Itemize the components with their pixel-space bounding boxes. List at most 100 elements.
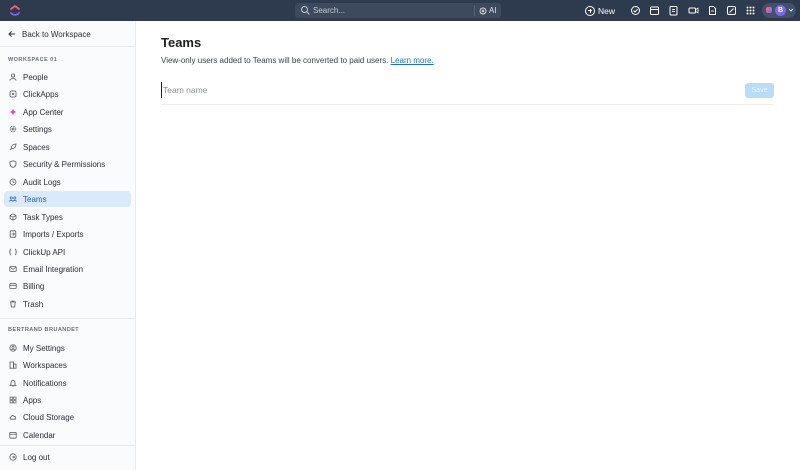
calendar-icon[interactable] <box>649 5 660 16</box>
workspace-section-title: WORKSPACE 01 <box>8 57 58 63</box>
cube-icon <box>9 213 17 221</box>
sidebar-item-trash[interactable]: Trash <box>4 296 131 312</box>
sidebar-item-label: My Settings <box>23 343 65 353</box>
chevron-down-icon <box>788 8 794 12</box>
sidebar-item-label: Imports / Exports <box>23 229 84 239</box>
sidebar-item-label: Notifications <box>23 378 67 388</box>
sidebar-item-spaces[interactable]: Spaces <box>4 139 131 155</box>
sidebar-item-label: Calendar <box>23 430 56 440</box>
sidebar-item-clickapps[interactable]: ClickApps <box>4 86 131 102</box>
learn-more-link[interactable]: Learn more. <box>391 56 434 65</box>
sidebar-item-label: Billing <box>23 281 45 291</box>
app-center-icon <box>9 108 17 116</box>
teams-info-text: View-only users added to Teams will be c… <box>161 56 434 65</box>
sidebar-item-workspaces[interactable]: Workspaces <box>4 357 131 373</box>
api-icon <box>9 248 17 256</box>
arrow-left-icon <box>8 31 15 37</box>
sidebar-item-label: Settings <box>23 124 52 134</box>
sidebar-item-clickup-api[interactable]: ClickUp API <box>4 244 131 260</box>
sidebar-item-cloud-storage[interactable]: Cloud Storage <box>4 409 131 425</box>
input-underline <box>161 104 774 105</box>
sidebar-item-label: Task Types <box>23 212 63 222</box>
rocket-icon <box>9 143 17 151</box>
edit-icon[interactable] <box>726 5 737 16</box>
save-button[interactable]: Save <box>745 83 774 98</box>
team-icon <box>9 196 17 202</box>
page-title: Teams <box>161 35 202 50</box>
sidebar-item-billing[interactable]: Billing <box>4 278 131 294</box>
gear-icon <box>9 125 17 133</box>
sidebar-item-security[interactable]: Security & Permissions <box>4 156 131 172</box>
logout-button[interactable]: Log out <box>4 449 131 465</box>
sidebar-item-label: Audit Logs <box>23 177 61 187</box>
bell-icon <box>9 379 17 387</box>
sidebar-item-label: Teams <box>23 194 47 204</box>
divider <box>0 318 135 319</box>
back-label: Back to Workspace <box>22 29 91 39</box>
search-bar[interactable]: Search... AI <box>295 3 501 18</box>
divider <box>0 46 135 47</box>
mail-icon <box>9 266 17 272</box>
card-icon <box>9 283 17 289</box>
back-to-workspace-link[interactable]: Back to Workspace <box>8 28 91 40</box>
avatar: B <box>775 5 786 16</box>
ai-label: AI <box>489 6 497 15</box>
cloud-icon <box>9 415 17 420</box>
sidebar-item-label: Cloud Storage <box>23 412 75 422</box>
sidebar-item-audit-logs[interactable]: Audit Logs <box>4 174 131 190</box>
person-icon <box>9 73 17 81</box>
top-bar: Search... AI New B <box>0 0 800 21</box>
ai-button[interactable]: AI <box>479 5 497 16</box>
user-menu[interactable]: B <box>762 3 796 18</box>
ai-icon <box>479 7 487 14</box>
sidebar-item-task-types[interactable]: Task Types <box>4 209 131 225</box>
sidebar-item-teams[interactable]: Teams <box>4 191 131 207</box>
search-placeholder: Search... <box>313 6 346 15</box>
team-name-input[interactable] <box>161 82 661 98</box>
search-icon <box>301 6 310 15</box>
video-icon[interactable] <box>688 5 699 16</box>
apps-icon <box>9 396 17 404</box>
new-button[interactable]: New <box>585 4 615 17</box>
sidebar-item-label: Workspaces <box>23 360 67 370</box>
sidebar-item-label: Apps <box>23 395 42 405</box>
sidebar-item-calendar[interactable]: Calendar <box>4 427 131 443</box>
sidebar-item-apps[interactable]: Apps <box>4 392 131 408</box>
sidebar-item-label: Spaces <box>23 142 50 152</box>
sidebar-item-label: Email Integration <box>23 264 84 274</box>
clock-icon <box>9 178 17 186</box>
logout-label: Log out <box>23 452 50 462</box>
workspace-icon <box>766 7 772 13</box>
sidebar-item-label: ClickUp API <box>23 247 66 257</box>
user-circle-icon <box>9 344 17 352</box>
sidebar-item-label: People <box>23 72 48 82</box>
sidebar-item-label: Trash <box>23 299 44 309</box>
calendar-icon <box>9 431 17 439</box>
clipboard-icon[interactable] <box>668 5 679 16</box>
sidebar-item-label: App Center <box>23 107 64 117</box>
sidebar-item-label: ClickApps <box>23 89 59 99</box>
trash-icon <box>10 300 16 308</box>
new-label: New <box>598 5 616 16</box>
import-icon <box>9 230 17 238</box>
sidebar-item-imports-exports[interactable]: Imports / Exports <box>4 226 131 242</box>
search-divider <box>474 5 475 16</box>
sidebar-item-settings[interactable]: Settings <box>4 121 131 137</box>
sidebar-item-label: Security & Permissions <box>23 159 106 169</box>
clickapps-icon <box>9 90 17 98</box>
user-section-title: BERTRAND BRUANDET <box>8 327 80 333</box>
shield-icon <box>9 160 17 168</box>
sidebar-item-app-center[interactable]: App Center <box>4 104 131 120</box>
sidebar-item-email-integration[interactable]: Email Integration <box>4 261 131 277</box>
info-message: View-only users added to Teams will be c… <box>161 56 389 65</box>
plus-circle-icon <box>585 5 595 16</box>
sidebar: Back to Workspace WORKSPACE 01 People Cl… <box>0 21 136 470</box>
sidebar-item-my-settings[interactable]: My Settings <box>4 340 131 356</box>
clickup-logo-icon[interactable] <box>9 4 21 17</box>
document-icon[interactable] <box>707 5 718 16</box>
check-circle-icon[interactable] <box>630 5 641 16</box>
grid-icon[interactable] <box>745 5 756 16</box>
main-content: Teams View-only users added to Teams wil… <box>136 21 800 470</box>
sidebar-item-notifications[interactable]: Notifications <box>4 375 131 391</box>
sidebar-item-people[interactable]: People <box>4 69 131 85</box>
